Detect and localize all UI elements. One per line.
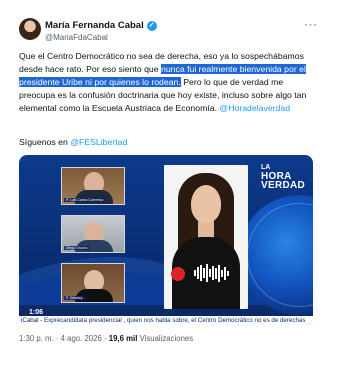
guest-tag: P. Delaney	[64, 296, 85, 300]
mention-link[interactable]: @Horadelaverdad	[219, 103, 290, 113]
author-name[interactable]: María Fernanda Cabal	[45, 20, 144, 31]
follow-handle-link[interactable]: @FESLibertad	[70, 137, 127, 147]
post-date[interactable]: 4 ago. 2026	[61, 334, 102, 343]
logo-big-text-2: VERDAD	[261, 180, 306, 191]
guest-panel: Diego Orozco	[61, 215, 125, 253]
avatar[interactable]	[19, 18, 41, 40]
video-elapsed-time: 1:06	[29, 309, 44, 316]
host-photo	[164, 165, 248, 309]
tweet-meta: 1:30 p. m. · 4 ago. 2026 · 19,6 mil Visu…	[19, 334, 193, 343]
verified-badge-icon: ✓	[146, 20, 157, 31]
more-options-icon[interactable]: ···	[304, 17, 318, 31]
views-count: 19,6 mil	[108, 334, 138, 343]
separator: ·	[104, 334, 107, 343]
author-row: María Fernanda Cabal ✓	[45, 20, 157, 31]
news-ticker: iCabal - Exprecandidata presidencial , q…	[19, 316, 313, 325]
guest-tag: Diego Orozco	[64, 246, 90, 250]
author-handle[interactable]: @MariaFdaCabal	[45, 33, 108, 42]
show-logo: LA HORA VERDAD	[261, 163, 306, 191]
separator: ·	[55, 334, 59, 343]
guest-tag: P. Luis Carlos Cabrerizo	[64, 198, 106, 202]
video-player[interactable]: P. Luis Carlos Cabrerizo Diego Orozco P.…	[19, 155, 313, 325]
audio-waveform-icon	[194, 263, 234, 283]
microphone-icon	[171, 267, 185, 281]
guest-panel: P. Luis Carlos Cabrerizo	[61, 167, 125, 205]
guest-panel: P. Delaney	[61, 263, 125, 303]
follow-line: Síguenos en @FESLibertad	[19, 137, 127, 147]
tweet-text: Que el Centro Democrático no sea de dere…	[19, 50, 319, 115]
post-time[interactable]: 1:30 p. m.	[19, 334, 54, 343]
follow-prefix: Síguenos en	[19, 137, 71, 147]
views-label: Visualizaciones	[139, 334, 194, 343]
